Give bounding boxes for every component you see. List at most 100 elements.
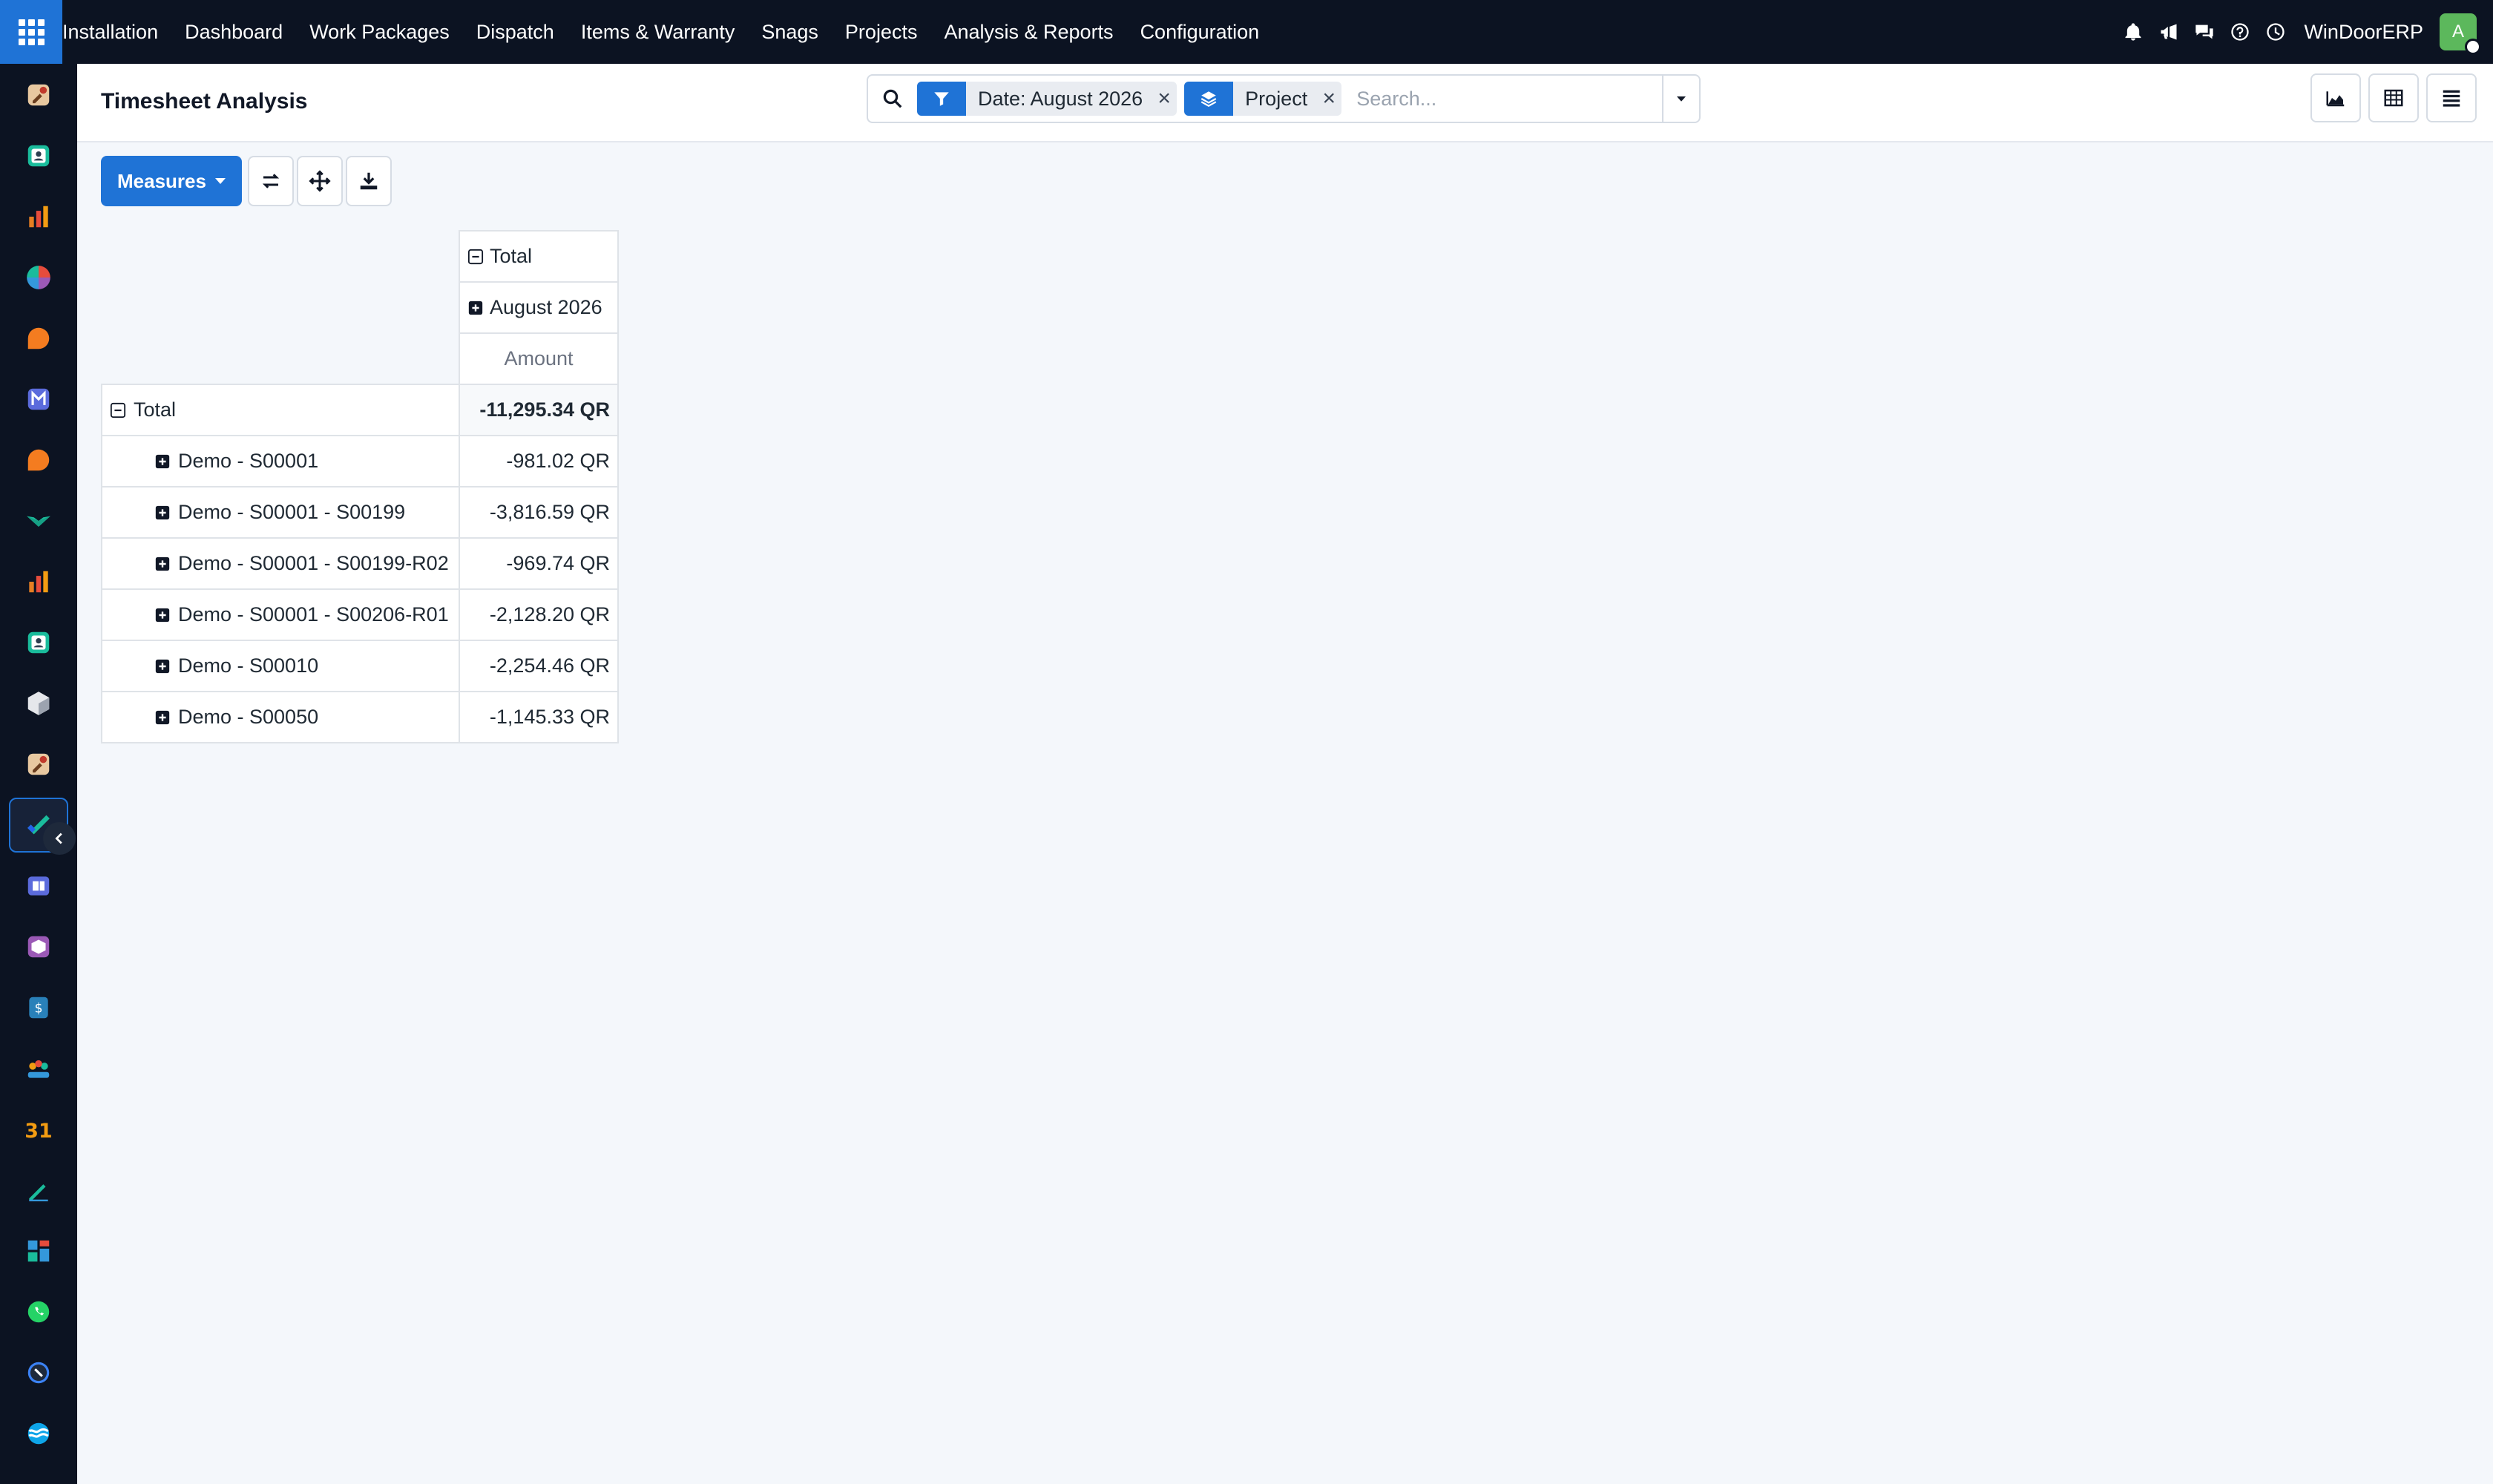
contacts-icon: [27, 145, 50, 167]
pivot-cell[interactable]: -3,816.59 QR: [459, 486, 619, 539]
clock-icon[interactable]: [2258, 0, 2293, 64]
email-marketing-icon: [27, 516, 50, 527]
sidebar-app-4[interactable]: [9, 250, 68, 305]
pivot-row: Demo - S00001 - S00199-R02 -969.74 QR: [101, 537, 619, 590]
sidebar-app-14[interactable]: [9, 858, 68, 913]
sidebar-app-18[interactable]: 31: [9, 1102, 68, 1157]
help-icon[interactable]: [2222, 0, 2258, 64]
row-header[interactable]: Demo - S00010: [101, 640, 460, 692]
row-header-label: Demo - S00001 - S00199-R02: [178, 552, 449, 574]
menu-items-warranty[interactable]: Items & Warranty: [568, 0, 749, 64]
row-header[interactable]: Demo - S00001 - S00199-R02: [101, 537, 460, 590]
menu-installation[interactable]: Installation: [62, 0, 171, 64]
sidebar-app-6[interactable]: [9, 372, 68, 427]
user-avatar[interactable]: A: [2440, 13, 2481, 55]
avatar-initial: A: [2451, 22, 2464, 42]
menu-analysis-reports[interactable]: Analysis & Reports: [930, 0, 1126, 64]
sidebar-app-17[interactable]: [9, 1041, 68, 1096]
sidebar-app-21[interactable]: [9, 1284, 68, 1339]
pivot-view-button[interactable]: [2368, 73, 2419, 122]
view-switcher: [2310, 73, 2477, 122]
menu-work-packages[interactable]: Work Packages: [296, 0, 463, 64]
top-navbar: Installation Dashboard Work Packages Dis…: [0, 0, 2493, 64]
pivot-row: Demo - S00010 -2,254.46 QR: [101, 640, 619, 692]
expand-icon: [154, 658, 171, 674]
sidebar-app-2[interactable]: [9, 128, 68, 183]
pivot-cell-total[interactable]: -11,295.34 QR: [459, 384, 619, 436]
search-input[interactable]: [1349, 80, 1662, 117]
sidebar-app-16[interactable]: $: [9, 980, 68, 1035]
sidebar-app-3[interactable]: [9, 189, 68, 244]
list-icon: [2443, 90, 2460, 107]
bell-icon[interactable]: [2115, 0, 2151, 64]
sidebar-app-10[interactable]: [9, 615, 68, 670]
area-chart-icon: [2326, 91, 2345, 107]
measure-header-amount[interactable]: Amount: [459, 332, 619, 385]
graph-view-button[interactable]: [2310, 73, 2361, 122]
employees-icon: [27, 631, 50, 654]
sidebar-app-22[interactable]: [9, 1345, 68, 1400]
expand-icon: [467, 300, 484, 316]
download-xlsx-button[interactable]: [346, 156, 392, 206]
reporting-icon: [29, 571, 48, 593]
chat-icon[interactable]: [2187, 0, 2222, 64]
facet-remove-button[interactable]: ×: [1152, 82, 1177, 116]
search-button[interactable]: [868, 76, 917, 122]
menu-configuration[interactable]: Configuration: [1127, 0, 1273, 64]
menu-dashboard[interactable]: Dashboard: [171, 0, 296, 64]
search-options-toggle[interactable]: [1662, 76, 1699, 122]
row-header-label: Demo - S00001: [178, 450, 319, 472]
app-sidebar: $ 31: [0, 64, 77, 1484]
flip-axis-button[interactable]: [248, 156, 294, 206]
row-header[interactable]: Demo - S00050: [101, 691, 460, 743]
row-header[interactable]: Demo - S00001: [101, 435, 460, 487]
menu-dispatch[interactable]: Dispatch: [463, 0, 568, 64]
sidebar-app-5[interactable]: [9, 311, 68, 366]
control-panel: Timesheet Analysis Date: August 2026 × P…: [77, 64, 2493, 142]
bar-chart-icon: [29, 206, 48, 228]
facet-remove-button[interactable]: ×: [1316, 82, 1341, 116]
sidebar-app-8[interactable]: [9, 493, 68, 548]
row-header[interactable]: Demo - S00001 - S00206-R01: [101, 588, 460, 641]
menu-snags[interactable]: Snags: [748, 0, 832, 64]
facet-label: Date: August 2026: [978, 87, 1143, 110]
pivot-row: Demo - S00001 -981.02 QR: [101, 435, 619, 487]
wave-icon: [27, 1422, 50, 1445]
expand-icon: [154, 556, 171, 572]
sidebar-app-20[interactable]: [9, 1224, 68, 1278]
sidebar-app-11[interactable]: [9, 676, 68, 731]
row-header[interactable]: Demo - S00001 - S00199: [101, 486, 460, 539]
sidebar-app-9[interactable]: [9, 554, 68, 609]
company-switcher[interactable]: WinDoorERP: [2293, 21, 2440, 44]
col-header-total[interactable]: Total: [459, 230, 619, 283]
apps-menu-button[interactable]: [0, 0, 62, 64]
list-view-button[interactable]: [2426, 73, 2477, 122]
pivot-total-row: Total -11,295.34 QR: [101, 384, 619, 436]
row-header-total[interactable]: Total: [101, 384, 460, 436]
sidebar-collapse-button[interactable]: [43, 822, 76, 855]
sidebar-app-19[interactable]: [9, 1163, 68, 1218]
col-header-august-2026[interactable]: August 2026: [459, 281, 619, 334]
pivot-cell[interactable]: -2,254.46 QR: [459, 640, 619, 692]
svg-text:$: $: [34, 1001, 42, 1016]
grid-icon: [18, 19, 45, 45]
megaphone-icon[interactable]: [2151, 0, 2187, 64]
sidebar-app-15[interactable]: [9, 919, 68, 974]
menu-projects[interactable]: Projects: [832, 0, 931, 64]
sidebar-app-23[interactable]: [9, 1406, 68, 1461]
pivot-row: Demo - S00050 -1,145.33 QR: [101, 691, 619, 743]
pivot-cell[interactable]: -981.02 QR: [459, 435, 619, 487]
sidebar-app-7[interactable]: [9, 433, 68, 487]
pivot-cell[interactable]: -1,145.33 QR: [459, 691, 619, 743]
measures-dropdown-button[interactable]: Measures: [101, 156, 242, 206]
arrows-expand-icon: [309, 170, 331, 192]
sign-icon: [29, 1184, 48, 1202]
pivot-cell[interactable]: -969.74 QR: [459, 537, 619, 590]
sidebar-app-1[interactable]: [9, 68, 68, 122]
expand-all-button[interactable]: [297, 156, 343, 206]
sidebar-app-12[interactable]: [9, 737, 68, 792]
chevron-left-icon: [55, 833, 62, 844]
expand-icon: [154, 607, 171, 623]
caret-down-icon: [1677, 96, 1686, 102]
pivot-cell[interactable]: -2,128.20 QR: [459, 588, 619, 641]
